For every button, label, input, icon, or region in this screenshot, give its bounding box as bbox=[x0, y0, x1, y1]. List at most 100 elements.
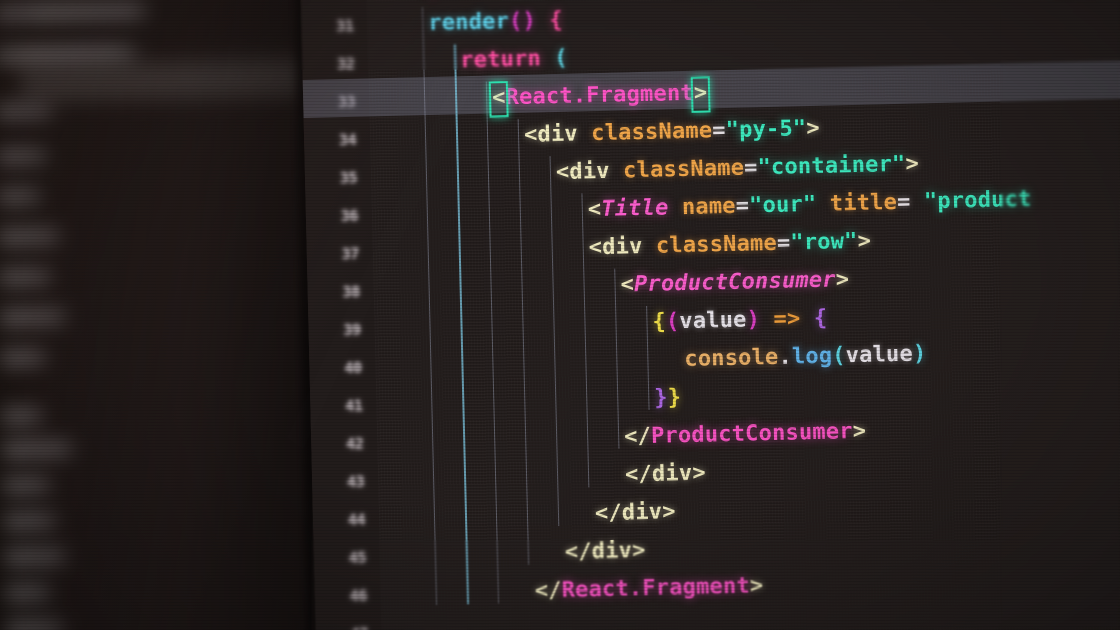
file-tree-item[interactable] bbox=[0, 310, 66, 325]
indent-guide bbox=[517, 118, 530, 565]
code-token: } bbox=[667, 385, 682, 411]
code-token: = bbox=[743, 155, 758, 181]
code-token: > bbox=[852, 418, 867, 445]
code-token: name bbox=[681, 193, 736, 221]
line-number: 36 bbox=[340, 206, 359, 226]
line-number: 34 bbox=[338, 130, 357, 150]
line-number: 31 bbox=[336, 16, 354, 36]
file-tree-item[interactable] bbox=[0, 229, 60, 244]
file-tree-item[interactable] bbox=[0, 104, 53, 119]
code-token: className bbox=[590, 118, 713, 147]
code-token: = bbox=[711, 118, 726, 144]
file-tree-item[interactable] bbox=[0, 189, 41, 204]
file-tree-item[interactable] bbox=[0, 478, 51, 493]
code-token: = bbox=[735, 193, 750, 219]
code-token: </ bbox=[534, 578, 562, 604]
code-token: "row" bbox=[790, 228, 858, 256]
line-number: 35 bbox=[339, 168, 358, 188]
file-tree-item[interactable] bbox=[0, 550, 66, 565]
line-number: 41 bbox=[345, 396, 363, 416]
line-number: 46 bbox=[349, 586, 368, 605]
file-tree-item[interactable] bbox=[0, 514, 56, 529]
code-token: > bbox=[749, 573, 764, 599]
code-token: </div> bbox=[564, 538, 646, 565]
code-token: "py-5" bbox=[725, 116, 807, 144]
line-number: 44 bbox=[347, 510, 366, 530]
file-tree-item[interactable] bbox=[0, 351, 46, 365]
file-tree-item[interactable] bbox=[27, 4, 140, 19]
line-number: 38 bbox=[342, 282, 360, 302]
code-token: <div bbox=[523, 121, 579, 148]
matching-bracket-highlight bbox=[690, 76, 711, 113]
code-token: Title bbox=[600, 195, 669, 222]
code-token: > bbox=[857, 228, 872, 254]
code-line[interactable]: </div> bbox=[625, 455, 707, 495]
code-area[interactable]: }render() {return (<React.Fragment><div … bbox=[302, 0, 1120, 630]
code-line[interactable]: }} bbox=[654, 379, 682, 418]
code-token: </div> bbox=[594, 499, 676, 527]
code-editor-pane[interactable]: 303132333435363738394041424344454647 }re… bbox=[300, 0, 1120, 630]
line-number: 42 bbox=[346, 434, 364, 454]
file-explorer-active-row bbox=[19, 58, 306, 102]
file-tree-item[interactable] bbox=[19, 46, 138, 62]
code-token: <div bbox=[588, 234, 643, 261]
code-token: </ bbox=[623, 423, 652, 450]
code-token: ( bbox=[665, 309, 680, 335]
code-line[interactable]: </React.Fragment> bbox=[534, 567, 763, 610]
file-tree-item[interactable] bbox=[0, 442, 73, 457]
line-number: 45 bbox=[348, 548, 367, 568]
code-token: "product bbox=[923, 186, 1032, 215]
file-tree-item[interactable] bbox=[0, 270, 51, 285]
code-line[interactable]: console.log(value) bbox=[684, 335, 927, 379]
code-token: > bbox=[905, 151, 920, 177]
code-line[interactable]: return ( bbox=[460, 40, 568, 81]
code-line[interactable]: <div className="row"> bbox=[588, 223, 871, 268]
screen-photo: 303132333435363738394041424344454647 }re… bbox=[0, 0, 1120, 630]
code-token: React.Fragment bbox=[561, 573, 751, 604]
code-token: } bbox=[653, 385, 669, 411]
code-line[interactable]: <React.Fragment> bbox=[492, 74, 708, 117]
code-token: render bbox=[428, 9, 510, 36]
code-token: { bbox=[549, 7, 564, 34]
code-line[interactable]: </div> bbox=[595, 493, 677, 533]
code-token: value bbox=[845, 341, 914, 369]
code-token: ) bbox=[746, 307, 761, 333]
code-line[interactable]: </div> bbox=[564, 532, 646, 572]
code-token: title bbox=[829, 190, 898, 217]
file-tree-item[interactable] bbox=[0, 149, 47, 164]
code-token: ProductConsumer bbox=[633, 267, 836, 298]
line-number: 40 bbox=[344, 358, 362, 378]
code-token: className bbox=[655, 230, 778, 259]
line-number: 37 bbox=[341, 244, 360, 264]
code-token: < bbox=[620, 272, 635, 298]
code-line[interactable]: <ProductConsumer> bbox=[620, 261, 849, 304]
indent-guide bbox=[646, 305, 650, 410]
code-line[interactable]: render() { bbox=[428, 2, 563, 43]
code-token: ProductConsumer bbox=[650, 419, 853, 449]
code-token: () bbox=[508, 8, 537, 35]
code-token: { bbox=[652, 309, 667, 335]
code-token: { bbox=[813, 305, 828, 331]
indent-guide bbox=[549, 156, 560, 527]
file-tree-item[interactable] bbox=[0, 621, 63, 630]
code-token: ) bbox=[912, 341, 927, 367]
code-token: ( bbox=[554, 45, 569, 72]
code-token: => bbox=[773, 306, 801, 332]
code-line[interactable]: {(value) => { bbox=[652, 300, 828, 342]
code-token: < bbox=[587, 196, 602, 223]
file-tree-item[interactable] bbox=[0, 586, 51, 600]
code-token: value bbox=[679, 307, 747, 335]
code-token: ( bbox=[831, 343, 847, 369]
file-tree-item[interactable] bbox=[0, 409, 43, 423]
code-token: console bbox=[684, 344, 779, 373]
code-line[interactable]: </ProductConsumer> bbox=[624, 413, 867, 457]
code-token: . bbox=[778, 344, 793, 370]
code-token: "container" bbox=[757, 151, 906, 181]
